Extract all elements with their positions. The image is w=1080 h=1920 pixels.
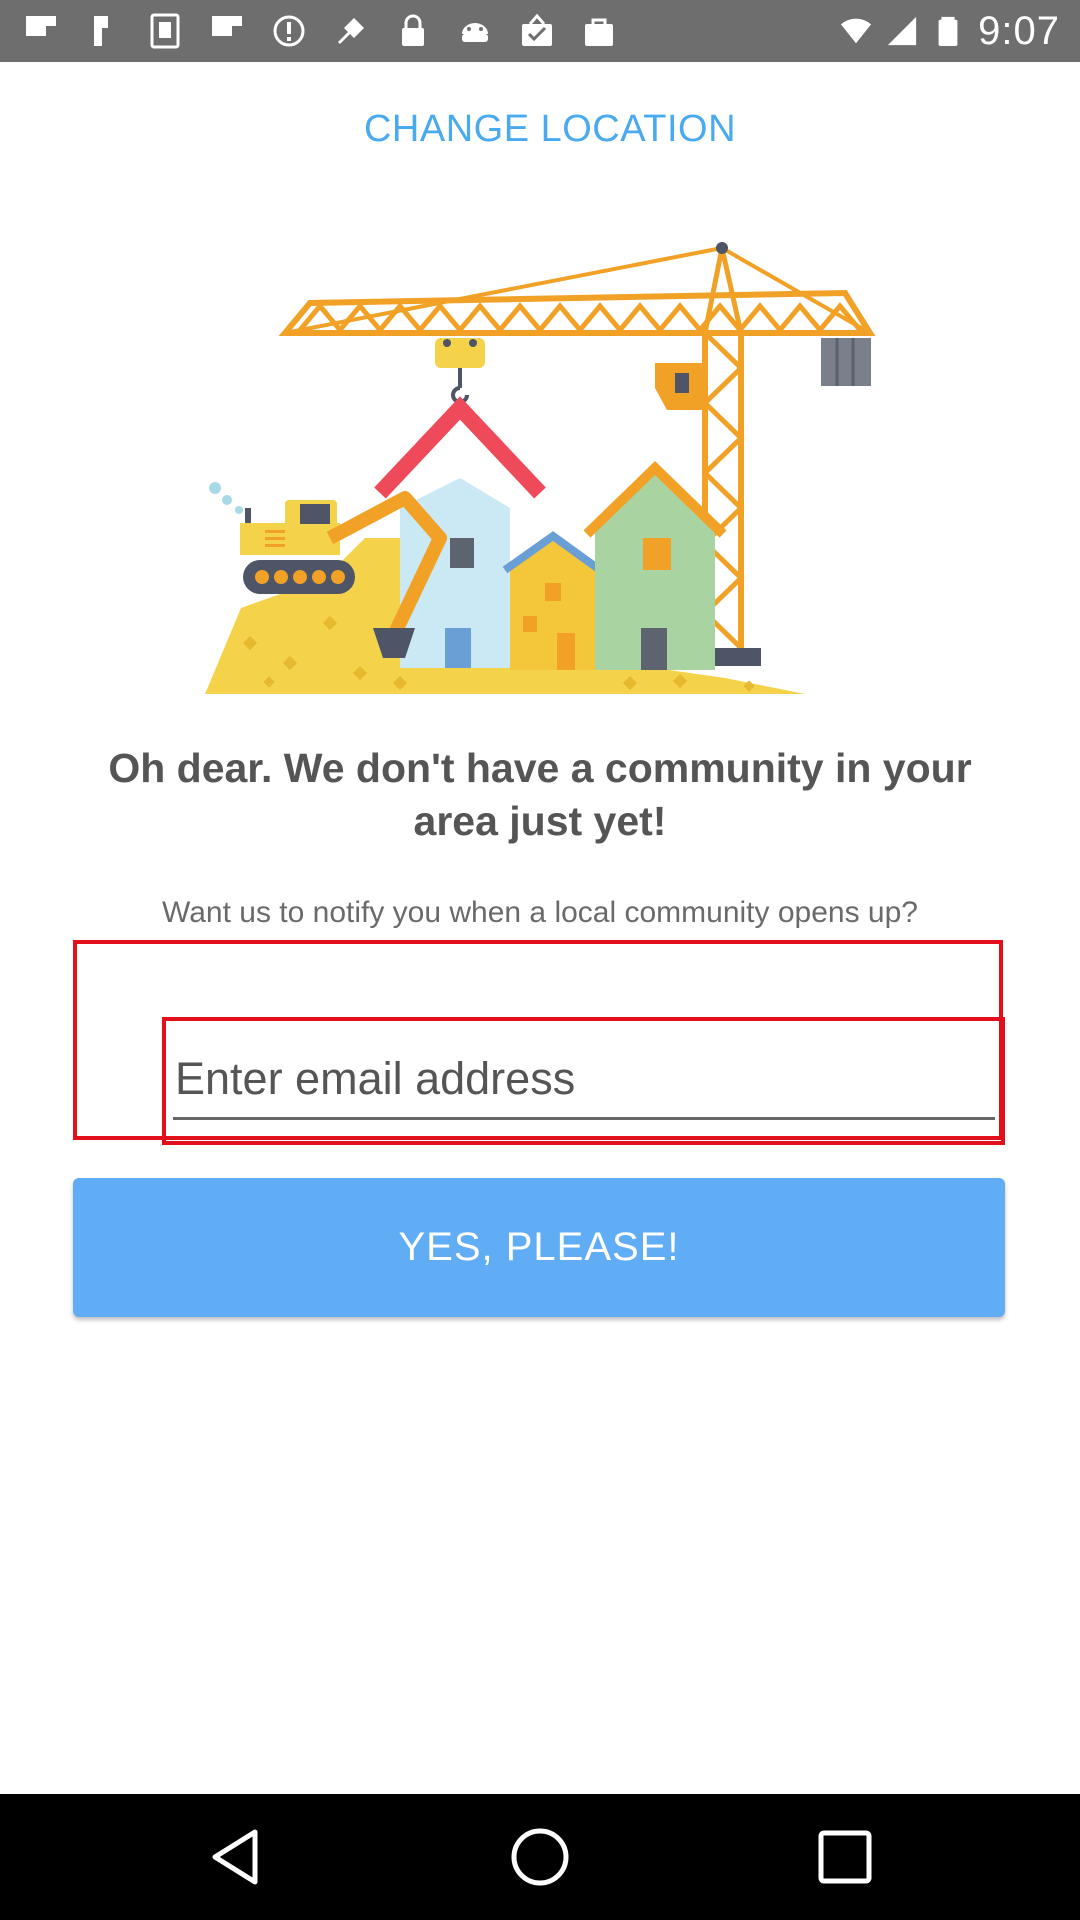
- flipboard-icon: [26, 16, 56, 36]
- android-debug-icon: [462, 23, 488, 42]
- wifi-icon: [841, 18, 872, 44]
- status-time: 9:07: [978, 8, 1060, 53]
- fake-gps-icon: [338, 18, 364, 44]
- alert-icon: [273, 15, 305, 47]
- battery-icon: [938, 16, 958, 47]
- back-icon[interactable]: [205, 1824, 271, 1890]
- recents-icon[interactable]: [812, 1824, 878, 1890]
- system-status: 9:07: [840, 8, 1060, 54]
- flipboard-icon: [94, 16, 108, 46]
- no-community-message: Oh dear. We don't have a community in yo…: [108, 745, 972, 844]
- construction-crane-houses-illustration: [205, 242, 876, 694]
- notification-icons: [22, 10, 618, 52]
- signal-icon: [888, 16, 917, 46]
- navigation-bar: [0, 1794, 1080, 1920]
- status-bar: 9:07: [0, 0, 1080, 62]
- app-screen: 9:07 CHANGE LOCATION Oh dear. We don't h…: [0, 0, 1080, 1920]
- email-field[interactable]: [173, 1040, 995, 1120]
- home-icon[interactable]: [507, 1824, 573, 1890]
- shopping-bag-icon: [585, 18, 613, 46]
- clipboard-check-icon: [522, 13, 552, 46]
- flipboard-icon: [212, 16, 242, 36]
- notify-prompt: Want us to notify you when a local commu…: [162, 896, 918, 929]
- yes-please-button[interactable]: YES, PLEASE!: [73, 1178, 1005, 1317]
- lock-icon: [402, 14, 424, 46]
- sim-toolkit-icon: [150, 13, 180, 49]
- change-location-link[interactable]: CHANGE LOCATION: [0, 108, 1080, 151]
